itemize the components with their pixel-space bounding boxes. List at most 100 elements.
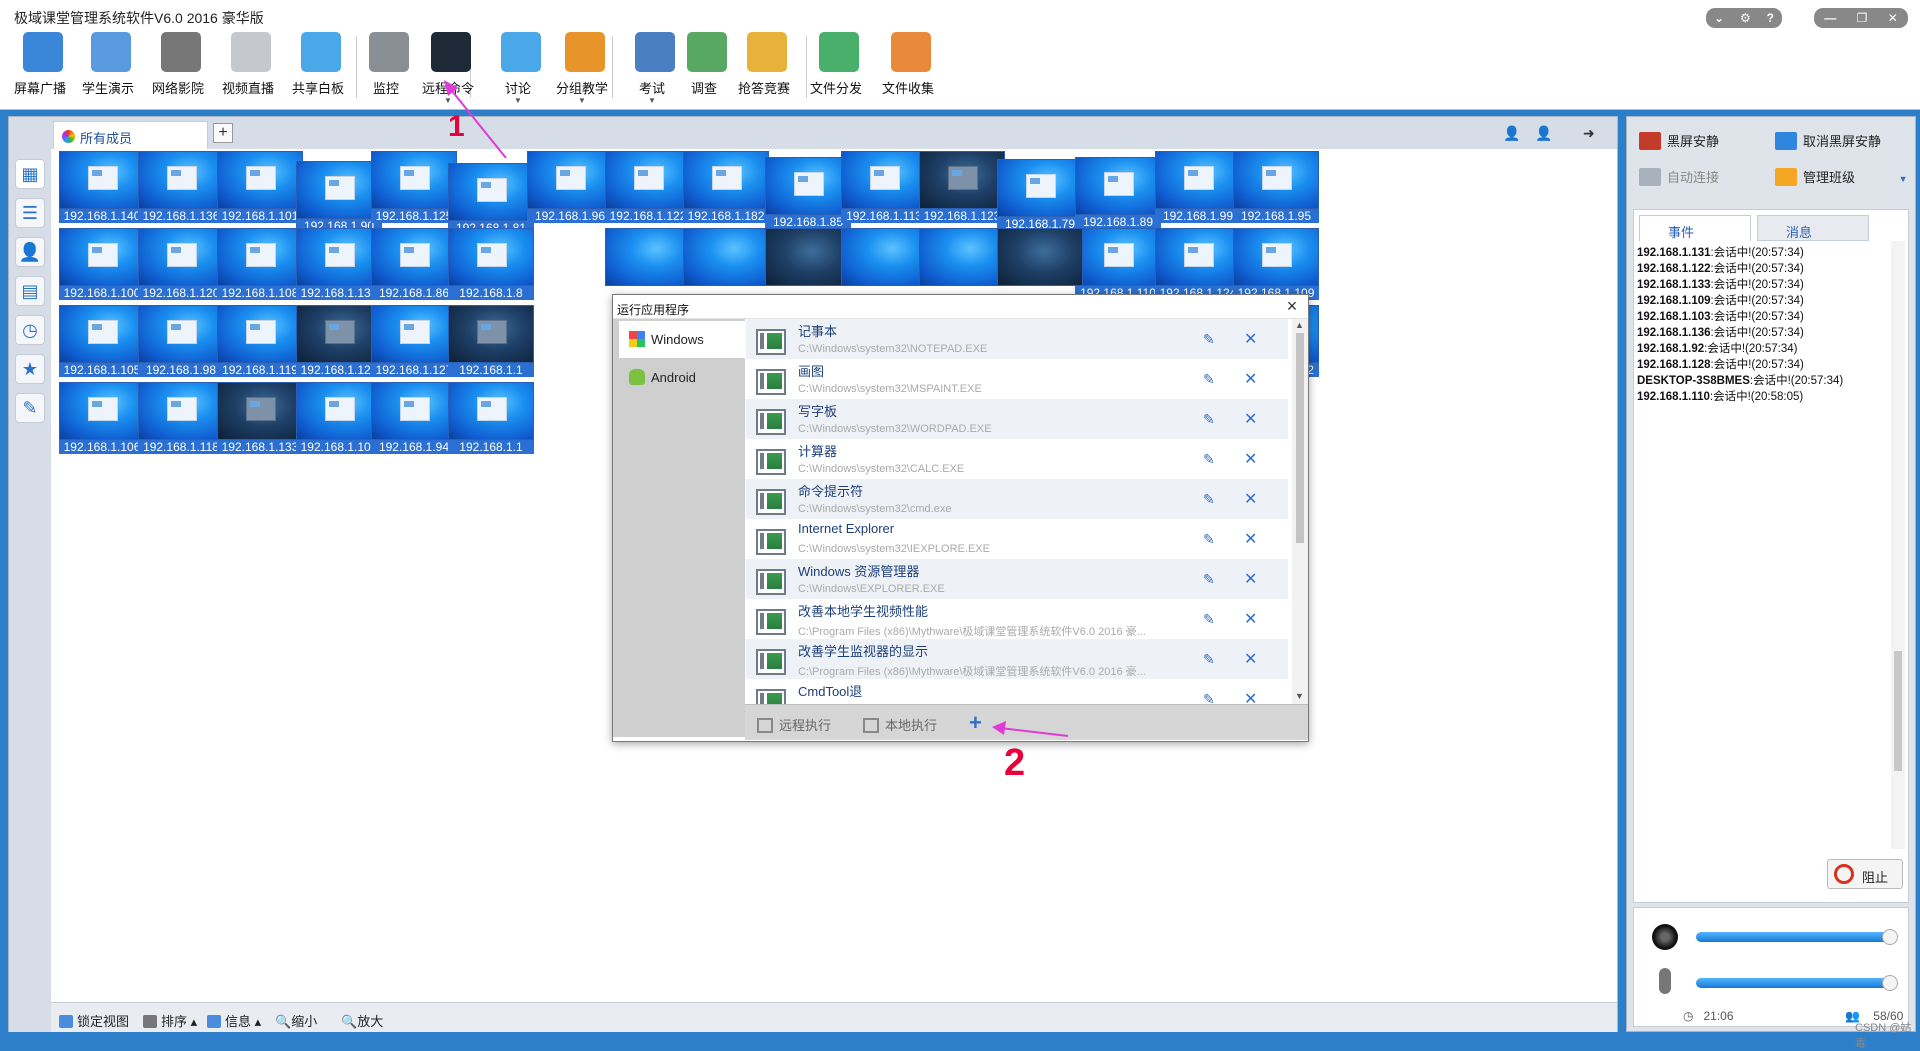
student-thumbnail[interactable]: 192.168.1.113 — [841, 151, 927, 223]
application-item[interactable]: 计算器 C:\Windows\system32\CALC.EXE ✎ ✕ — [746, 439, 1288, 479]
edit-pencil-icon[interactable]: ✎ — [1203, 371, 1215, 388]
application-item[interactable]: 记事本 C:\Windows\system32\NOTEPAD.EXE ✎ ✕ — [746, 319, 1288, 359]
delete-x-icon[interactable]: ✕ — [1244, 329, 1257, 349]
delete-x-icon[interactable]: ✕ — [1244, 529, 1257, 549]
student-thumbnail[interactable]: 192.168.1.122 — [605, 151, 691, 223]
scroll-up-icon[interactable]: ▲ — [1295, 320, 1304, 330]
tab-all-members[interactable]: 所有成员 — [53, 121, 208, 149]
scroll-down-icon[interactable]: ▼ — [1295, 691, 1304, 701]
user-remove-icon[interactable]: 👤 — [15, 237, 45, 267]
delete-x-icon[interactable]: ✕ — [1244, 489, 1257, 509]
application-item[interactable]: 写字板 C:\Windows\system32\WORDPAD.EXE ✎ ✕ — [746, 399, 1288, 439]
delete-x-icon[interactable]: ✕ — [1244, 689, 1257, 704]
delete-x-icon[interactable]: ✕ — [1244, 609, 1257, 629]
dialog-close-button[interactable]: × — [1282, 296, 1302, 316]
delete-x-icon[interactable]: ✕ — [1244, 649, 1257, 669]
speaker-volume-knob[interactable] — [1882, 929, 1898, 945]
edit-pencil-icon[interactable]: ✎ — [1203, 531, 1215, 548]
remote-exec-button[interactable]: 远程执行 — [757, 715, 831, 734]
student-thumbnail[interactable]: 192.168.1.119 — [217, 305, 303, 377]
student-thumbnail[interactable]: 192.168.1.1 — [448, 305, 534, 377]
student-thumbnail[interactable]: 192.168.1.182 — [683, 151, 769, 223]
cancel-black-screen-button[interactable]: 取消黑屏安静 — [1775, 131, 1881, 150]
application-item[interactable]: 改善学生监视器的显示 C:\Program Files (x86)\Mythwar… — [746, 639, 1288, 679]
user-group-icon[interactable]: 👤 — [1535, 125, 1555, 141]
toolbar-button-2[interactable]: 网络影院 — [142, 30, 214, 106]
student-thumbnail[interactable]: 192.168.1.139 — [296, 228, 382, 300]
toolbar-button-0[interactable]: 屏幕广播 — [4, 30, 76, 106]
platform-windows[interactable]: Windows — [619, 321, 745, 358]
toolbar-button-13[interactable]: 文件收集 — [872, 30, 944, 106]
auto-connect-button[interactable]: 自动连接 — [1639, 167, 1719, 186]
application-item[interactable]: 画图 C:\Windows\system32\MSPAINT.EXE ✎ ✕ — [746, 359, 1288, 399]
edit-pencil-icon[interactable]: ✎ — [1203, 571, 1215, 588]
student-thumbnail[interactable]: 192.168.1.123 — [919, 151, 1005, 223]
student-thumbnail[interactable] — [683, 228, 769, 300]
document-icon[interactable]: ▤ — [15, 276, 45, 306]
student-thumbnail[interactable]: 192.168.1.109 — [1233, 228, 1319, 300]
delete-x-icon[interactable]: ✕ — [1244, 569, 1257, 589]
student-thumbnail[interactable]: 192.168.1.98 — [138, 305, 224, 377]
application-item[interactable]: Internet Explorer C:\Windows\system32\IEX… — [746, 519, 1288, 559]
toolbar-button-1[interactable]: 学生演示 — [72, 30, 144, 106]
student-thumbnail[interactable]: 192.168.1.110 — [1075, 228, 1161, 300]
help-icon[interactable]: ? — [1767, 11, 1774, 25]
schedule-icon[interactable]: ◷ — [15, 315, 45, 345]
minimize-button[interactable]: — — [1824, 11, 1836, 25]
edit-note-icon[interactable]: ✎ — [15, 393, 45, 423]
student-thumbnail[interactable]: 192.168.1.118 — [138, 382, 224, 454]
edit-pencil-icon[interactable]: ✎ — [1203, 651, 1215, 668]
student-thumbnail[interactable]: 192.168.1.99 — [1155, 151, 1241, 223]
student-thumbnail[interactable] — [765, 228, 851, 300]
application-item[interactable]: 改善本地学生视频性能 C:\Program Files (x86)\Mythwar… — [746, 599, 1288, 639]
sort-button[interactable]: 排序 ▴ — [143, 1011, 197, 1030]
info-button[interactable]: 信息 ▴ — [207, 1011, 261, 1030]
grid-view-icon[interactable]: ▦ — [15, 159, 45, 189]
student-thumbnail[interactable]: 192.168.1.86 — [371, 228, 457, 300]
student-thumbnail[interactable] — [841, 228, 927, 300]
student-thumbnail[interactable]: 192.168.1.95 — [1233, 151, 1319, 223]
delete-x-icon[interactable]: ✕ — [1244, 409, 1257, 429]
edit-pencil-icon[interactable]: ✎ — [1203, 331, 1215, 348]
tab-events[interactable]: 事件 — [1639, 215, 1751, 241]
tab-messages[interactable]: 消息 — [1757, 215, 1869, 241]
student-thumbnail[interactable]: 192.168.1.85 — [765, 157, 851, 229]
lock-view-button[interactable]: 锁定视图 — [59, 1011, 129, 1030]
scroll-thumb[interactable] — [1296, 333, 1304, 543]
speaker-volume-slider[interactable] — [1696, 929, 1898, 945]
delete-x-icon[interactable]: ✕ — [1244, 369, 1257, 389]
edit-pencil-icon[interactable]: ✎ — [1203, 411, 1215, 428]
student-thumbnail[interactable]: 192.168.1.140 — [59, 151, 145, 223]
student-thumbnail[interactable]: 192.168.1.104 — [296, 382, 382, 454]
add-application-button[interactable]: + — [969, 710, 982, 736]
student-thumbnail[interactable]: 192.168.1.127 — [371, 305, 457, 377]
toolbar-button-11[interactable]: 抢答竞赛 — [728, 30, 800, 106]
event-list-scrollbar[interactable] — [1891, 241, 1905, 849]
student-thumbnail[interactable]: 192.168.1.136 — [138, 151, 224, 223]
student-thumbnail[interactable]: 192.168.1.1 — [448, 382, 534, 454]
toolbar-button-4[interactable]: 共享白板 — [282, 30, 354, 106]
toolbar-button-8[interactable]: 分组教学 ▼ — [546, 30, 618, 106]
application-item[interactable]: 命令提示符 C:\Windows\system32\cmd.exe ✎ ✕ — [746, 479, 1288, 519]
student-thumbnail[interactable]: 192.168.1.129 — [296, 305, 382, 377]
student-thumbnail[interactable] — [605, 228, 691, 300]
student-thumbnail[interactable]: 192.168.1.94 — [371, 382, 457, 454]
student-thumbnail[interactable]: 192.168.1.90 — [296, 161, 382, 233]
application-item[interactable]: CmdTool退C:\Program Files\Shadow Defender… — [746, 679, 1288, 704]
delete-x-icon[interactable]: ✕ — [1244, 449, 1257, 469]
student-thumbnail[interactable] — [997, 228, 1083, 300]
student-thumbnail[interactable]: 192.168.1.79 — [997, 159, 1083, 231]
edit-pencil-icon[interactable]: ✎ — [1203, 491, 1215, 508]
edit-pencil-icon[interactable]: ✎ — [1203, 451, 1215, 468]
users-icon[interactable]: 👤 — [1503, 125, 1523, 141]
student-thumbnail[interactable]: 192.168.1.101 — [217, 151, 303, 223]
event-scroll-thumb[interactable] — [1894, 651, 1902, 771]
block-button[interactable]: 阻止 — [1827, 859, 1903, 889]
application-item[interactable]: Windows 资源管理器 C:\Windows\EXPLORER.EXE ✎ ✕ — [746, 559, 1288, 599]
manage-class-button[interactable]: 管理班级 ▼ — [1775, 167, 1908, 186]
student-thumbnail[interactable]: 192.168.1.108 — [217, 228, 303, 300]
edit-pencil-icon[interactable]: ✎ — [1203, 611, 1215, 628]
collapse-icon[interactable]: ⌄ — [1714, 11, 1724, 25]
zoom-out-button[interactable]: 🔍缩小 — [275, 1011, 317, 1030]
toolbar-button-3[interactable]: 视频直播 — [212, 30, 284, 106]
